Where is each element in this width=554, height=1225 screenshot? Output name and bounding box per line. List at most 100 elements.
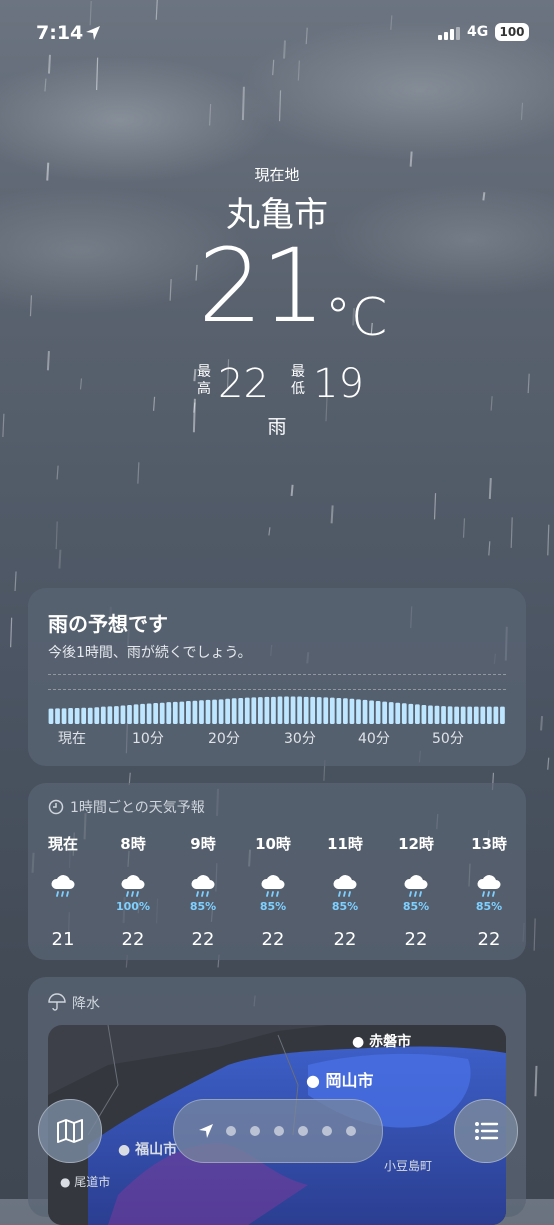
hour-label: 8時 (120, 835, 146, 853)
precip-bar (61, 708, 67, 724)
precip-bar (401, 703, 407, 724)
precip-bar (159, 702, 165, 724)
precip-bar (297, 696, 302, 724)
location-arrow-icon (86, 26, 100, 40)
precip-bar (473, 706, 479, 724)
page-dot[interactable] (274, 1126, 284, 1136)
status-time: 7:14 (36, 22, 84, 44)
precip-bar (500, 706, 505, 724)
hour-label: 13時 (471, 835, 507, 853)
umbrella-icon (48, 993, 66, 1011)
precip-bar (434, 705, 440, 724)
precip-bar (493, 706, 499, 724)
hour-label: 現在 (47, 835, 78, 853)
precip-probability: 85% (475, 900, 503, 913)
chart-tick-label: 20分 (208, 731, 240, 747)
hourly-header: 1時間ごとの天気予報 (70, 800, 205, 816)
chart-tick-label: 30分 (284, 731, 316, 747)
map-label-okayama: ● 岡山市 (306, 1071, 374, 1090)
precip-bar (107, 706, 113, 724)
next-hour-precip-card[interactable]: 雨の予想です 今後1時間、雨が続くでしょう。 現在 10分 20分 30分 40分 50分 (28, 588, 526, 766)
current-weather: 現在地 丸亀市 21 °C 最高 22 最低 19 雨 (0, 160, 554, 438)
precip-bar (284, 696, 289, 724)
precip-probability: 100% (116, 900, 150, 913)
hour-label: 10時 (255, 835, 291, 853)
precip-bar (68, 708, 73, 724)
precip-bar (48, 708, 54, 724)
precip-bar (264, 696, 270, 724)
precip-bar (271, 696, 276, 724)
precip-bar (192, 700, 198, 724)
precip-bar (133, 704, 139, 724)
hourly-forecast-card[interactable]: 1時間ごとの天気予報 現在 21 8時 100% 22 9時 85% 22 10時 85% 22 11… (28, 783, 526, 960)
precip-intensity-chart (48, 696, 505, 724)
precip-bar (336, 697, 342, 724)
precip-bar (375, 701, 381, 724)
location-list-button[interactable] (454, 1099, 518, 1163)
cellular-signal-icon (438, 27, 460, 40)
chart-tick-label: 10分 (132, 731, 164, 747)
cloud-rain-icon (51, 875, 75, 897)
precip-bar (316, 697, 322, 724)
precip-subtitle: 今後1時間、雨が続くでしょう。 (48, 645, 252, 661)
hour-temp: 22 (261, 929, 285, 950)
precip-bar (395, 702, 401, 724)
precip-bar (231, 698, 237, 724)
precip-bar (356, 699, 361, 724)
precip-bar (310, 696, 316, 724)
precip-bar (290, 696, 296, 724)
location-pager[interactable] (173, 1099, 383, 1163)
page-dot[interactable] (298, 1126, 308, 1136)
precip-bar (428, 705, 433, 724)
precip-bar (349, 698, 355, 724)
precip-bar (244, 697, 250, 724)
location-label: 現在地 (254, 166, 300, 184)
precip-bar (212, 699, 217, 724)
precip-bar (329, 697, 335, 724)
precip-bar (480, 706, 486, 724)
hour-temp: 22 (121, 929, 145, 950)
precip-probability: 85% (402, 900, 430, 913)
precip-probability: 85% (331, 900, 359, 913)
precip-bar (87, 707, 93, 724)
high-temp: 22 (218, 361, 269, 407)
precip-bar (225, 698, 230, 724)
precip-bar (388, 702, 394, 724)
cloud-rain-icon (477, 875, 501, 897)
precip-bar (114, 706, 119, 724)
map-label-shodoshima: 小豆島町 (384, 1159, 433, 1173)
status-bar: 7:14 4G 100 (0, 0, 554, 60)
chart-tick-label: 現在 (58, 731, 86, 747)
precip-bar (127, 704, 132, 724)
precip-map-header: 降水 (72, 996, 100, 1012)
precip-bar (486, 706, 492, 724)
hour-label: 11時 (327, 835, 363, 853)
page-dot[interactable] (322, 1126, 332, 1136)
map-button[interactable] (38, 1099, 102, 1163)
list-icon (475, 1122, 499, 1140)
hour-temp: 22 (477, 929, 501, 950)
clock-icon (48, 799, 64, 815)
page-dot[interactable] (346, 1126, 356, 1136)
precip-bar (369, 700, 374, 724)
hour-label: 9時 (190, 835, 216, 853)
precip-bar (408, 703, 414, 724)
hour-temp: 22 (404, 929, 428, 950)
page-dot[interactable] (226, 1126, 236, 1136)
precip-bar (251, 697, 257, 724)
precip-bar (120, 705, 126, 724)
high-label: 最高 (197, 364, 211, 397)
low-temp: 19 (313, 361, 364, 407)
chart-tick-label: 50分 (432, 731, 464, 747)
precip-bar (441, 706, 446, 724)
precip-bar (199, 700, 204, 724)
precip-bar (362, 699, 368, 724)
page-dot[interactable] (250, 1126, 260, 1136)
precip-bar (460, 706, 466, 724)
precip-bar (323, 697, 329, 724)
network-type: 4G (467, 24, 489, 40)
hour-label: 12時 (398, 835, 434, 853)
cloud-rain-icon (261, 875, 285, 897)
precip-map-card[interactable]: 降水 ● 赤磐市 ● 岡山市 ● 福山市 小豆島町 ● 尾道市 (28, 977, 526, 1225)
precip-bar (382, 701, 388, 724)
